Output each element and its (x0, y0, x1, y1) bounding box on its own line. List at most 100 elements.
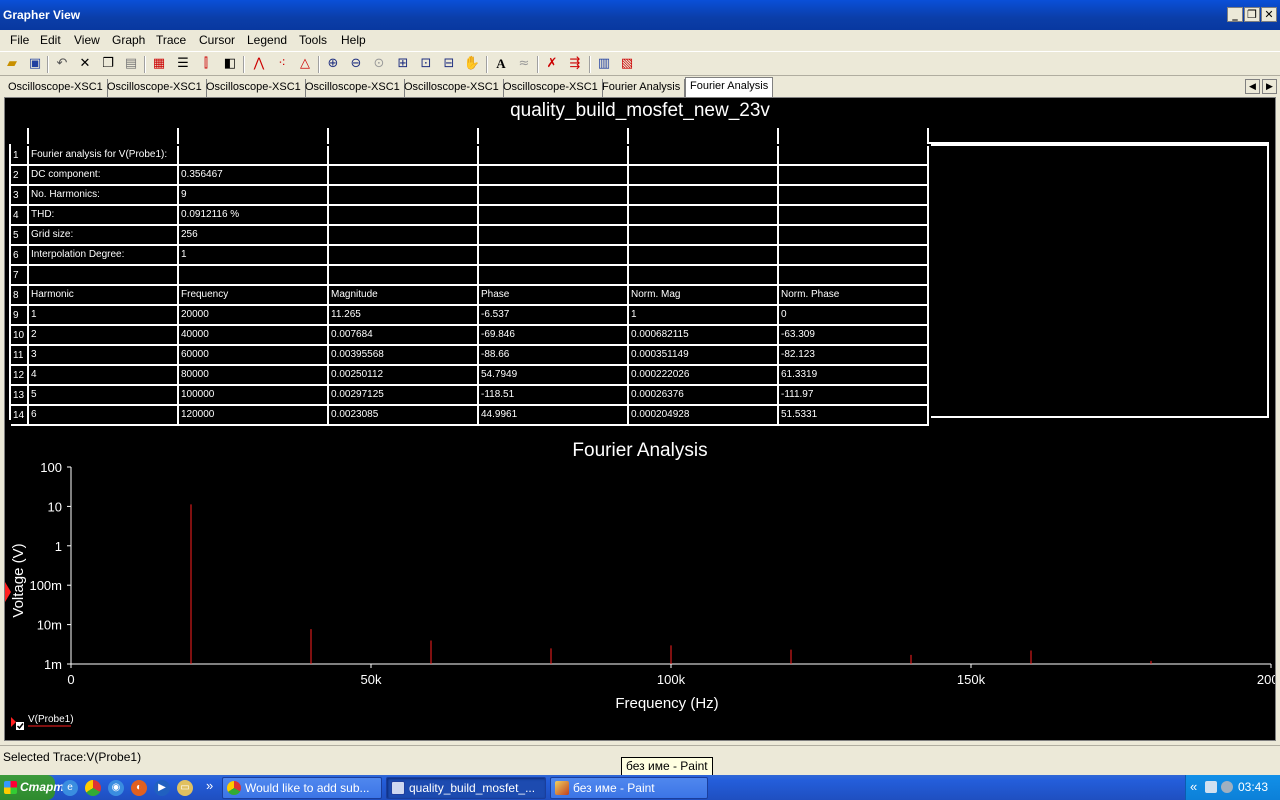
row-number[interactable]: 13 (11, 386, 29, 406)
table-cell[interactable]: 4 (29, 366, 179, 386)
menu-cursor[interactable]: Cursor (199, 33, 235, 47)
quicklaunch-overflow[interactable]: » (206, 778, 213, 793)
table-cell[interactable] (479, 246, 629, 266)
clipboard-icon[interactable]: ▥ (595, 55, 613, 73)
pan-icon[interactable]: ✋ (463, 55, 481, 73)
table-cell[interactable]: 0.000204928 (629, 406, 779, 426)
zoom-x-icon[interactable]: ⊡ (417, 55, 435, 73)
table-cell[interactable]: 20000 (179, 306, 329, 326)
table-cell[interactable] (329, 246, 479, 266)
table-cell[interactable]: 0.00395568 (329, 346, 479, 366)
tab-next-button[interactable]: ▶ (1262, 79, 1277, 94)
table-cell[interactable]: -82.123 (779, 346, 929, 366)
copy-icon[interactable]: ❐ (99, 55, 117, 73)
trace-props-icon[interactable]: ✗ (543, 55, 561, 73)
row-number[interactable]: 2 (11, 166, 29, 186)
row-number[interactable]: 4 (11, 206, 29, 226)
table-cell[interactable]: 0.00250112 (329, 366, 479, 386)
table-cell[interactable]: Harmonic (29, 286, 179, 306)
table-cell[interactable]: Frequency (179, 286, 329, 306)
table-cell[interactable]: 60000 (179, 346, 329, 366)
start-button[interactable]: Старт (0, 775, 64, 800)
table-cell[interactable] (479, 166, 629, 186)
table-cell[interactable]: 0.007684 (329, 326, 479, 346)
table-cell[interactable]: 120000 (179, 406, 329, 426)
tab-oscilloscope-6[interactable]: Oscilloscope-XSC1 (499, 79, 603, 97)
table-cell[interactable]: Fourier analysis for V(Probe1): (29, 146, 179, 166)
table-cell[interactable]: 256 (179, 226, 329, 246)
trace-label-icon[interactable]: ≈ (515, 55, 533, 73)
table-cell[interactable]: Magnitude (329, 286, 479, 306)
table-cell[interactable]: Interpolation Degree: (29, 246, 179, 266)
table-cell[interactable] (629, 146, 779, 166)
task-chrome[interactable]: Would like to add sub... (222, 777, 382, 799)
undo-icon[interactable]: ↶ (53, 55, 71, 73)
table-cell[interactable]: -69.846 (479, 326, 629, 346)
table-cell[interactable] (329, 186, 479, 206)
table-cell[interactable] (779, 226, 929, 246)
network-icon[interactable] (1205, 781, 1217, 793)
table-cell[interactable]: 54.7949 (479, 366, 629, 386)
table-cell[interactable] (479, 226, 629, 246)
menu-legend[interactable]: Legend (247, 33, 287, 47)
print-icon[interactable]: ▧ (618, 55, 636, 73)
text-icon[interactable]: A (492, 55, 510, 73)
table-cell[interactable]: 3 (29, 346, 179, 366)
tray-expand-button[interactable]: « (1190, 779, 1197, 794)
table-cell[interactable]: 1 (29, 306, 179, 326)
table-cell[interactable] (629, 186, 779, 206)
row-number[interactable]: 3 (11, 186, 29, 206)
table-cell[interactable] (779, 166, 929, 186)
row-number[interactable]: 9 (11, 306, 29, 326)
row-number[interactable]: 5 (11, 226, 29, 246)
table-cell[interactable]: -111.97 (779, 386, 929, 406)
table-cell[interactable] (479, 186, 629, 206)
column-header[interactable] (29, 128, 179, 144)
row-number[interactable]: 12 (11, 366, 29, 386)
table-cell[interactable] (779, 186, 929, 206)
quicklaunch-chrome-icon[interactable] (85, 780, 101, 796)
table-cell[interactable] (779, 266, 929, 286)
menu-graph[interactable]: Graph (112, 33, 145, 47)
zoom-in-icon[interactable]: ⊕ (324, 55, 342, 73)
menu-trace[interactable]: Trace (156, 33, 186, 47)
table-cell[interactable] (629, 166, 779, 186)
table-cell[interactable] (29, 266, 179, 286)
open-icon[interactable]: ▰ (3, 55, 21, 73)
menu-file[interactable]: File (10, 33, 29, 47)
table-cell[interactable]: 1 (179, 246, 329, 266)
table-cell[interactable]: 100000 (179, 386, 329, 406)
table-cell[interactable] (629, 266, 779, 286)
table-cell[interactable]: 0.0023085 (329, 406, 479, 426)
quicklaunch-network-icon[interactable]: ◉ (108, 780, 124, 796)
table-cell[interactable]: 0.000351149 (629, 346, 779, 366)
table-cell[interactable] (329, 266, 479, 286)
zoom-full-icon[interactable]: ⊙ (370, 55, 388, 73)
table-cell[interactable]: 0.000682115 (629, 326, 779, 346)
table-cell[interactable]: 0.00297125 (329, 386, 479, 406)
quicklaunch-media-icon[interactable]: ▶ (154, 780, 170, 796)
restore-button[interactable]: ❐ (1244, 7, 1260, 22)
table-cell[interactable] (629, 206, 779, 226)
tab-oscilloscope-4[interactable]: Oscilloscope-XSC1 (301, 79, 405, 97)
table-cell[interactable]: Grid size: (29, 226, 179, 246)
table-cell[interactable]: 0.0912116 % (179, 206, 329, 226)
task-paint[interactable]: без име - Paint (550, 777, 708, 799)
column-header[interactable] (11, 128, 29, 144)
table-cell[interactable] (329, 226, 479, 246)
row-number[interactable]: 14 (11, 406, 29, 426)
column-header[interactable] (479, 128, 629, 144)
table-cell[interactable] (329, 146, 479, 166)
table-cell[interactable]: -118.51 (479, 386, 629, 406)
table-cell[interactable] (479, 206, 629, 226)
tab-oscilloscope-2[interactable]: Oscilloscope-XSC1 (103, 79, 207, 97)
table-cell[interactable]: THD: (29, 206, 179, 226)
table-cell[interactable] (479, 146, 629, 166)
row-number[interactable]: 6 (11, 246, 29, 266)
column-header[interactable] (779, 128, 929, 144)
zoom-area-icon[interactable]: ⊞ (394, 55, 412, 73)
table-cell[interactable]: 0 (779, 306, 929, 326)
table-cell[interactable] (779, 246, 929, 266)
row-number[interactable]: 11 (11, 346, 29, 366)
cut-icon[interactable]: ✕ (76, 55, 94, 73)
